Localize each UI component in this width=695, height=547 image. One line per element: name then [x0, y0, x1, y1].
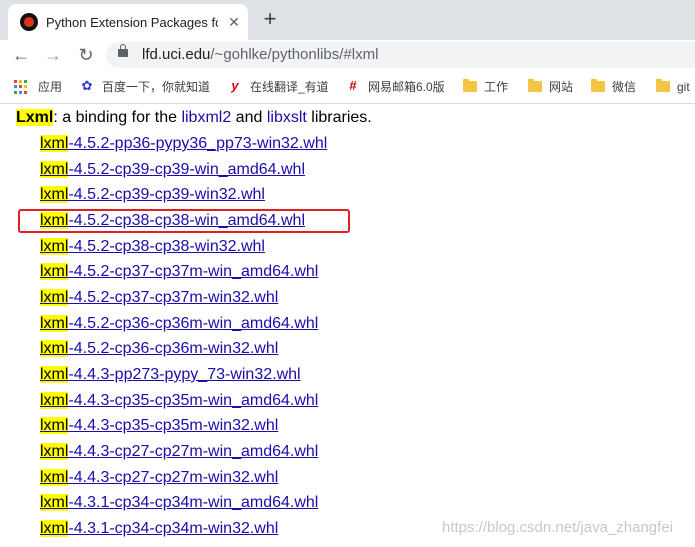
bookmark-apps[interactable]: 应用	[38, 78, 62, 96]
search-highlight: lxml	[40, 161, 69, 178]
download-link[interactable]: lxml-4.3.1-cp34-cp34m-win_amd64.whl	[40, 493, 318, 513]
search-highlight: lxml	[40, 520, 69, 537]
bookmark-folder-work[interactable]: 工作	[484, 78, 508, 96]
bookmark-youdao[interactable]: 在线翻译_有道	[250, 78, 329, 96]
bookmark-netease-mail[interactable]: 网易邮箱6.0版	[368, 78, 445, 96]
search-highlight: lxml	[40, 366, 69, 383]
download-link[interactable]: lxml-4.5.2-cp39-cp39-win32.whl	[40, 185, 265, 205]
file-name: -4.5.2-cp36-cp36m-win32.whl	[68, 340, 279, 357]
file-name: -4.5.2-cp39-cp39-win_amd64.whl	[68, 161, 306, 178]
bookmark-folder-wechat[interactable]: 微信	[612, 78, 636, 96]
file-name: -4.5.2-cp36-cp36m-win_amd64.whl	[68, 315, 319, 332]
folder-icon	[591, 79, 605, 92]
file-name: -4.3.1-cp34-cp34m-win_amd64.whl	[68, 494, 319, 511]
download-link[interactable]: lxml-4.5.2-cp36-cp36m-win_amd64.whl	[40, 314, 318, 334]
file-name: -4.4.3-pp273-pypy_73-win32.whl	[68, 366, 301, 383]
download-link[interactable]: lxml-4.5.2-cp37-cp37m-win_amd64.whl	[40, 262, 318, 282]
search-highlight: lxml	[40, 494, 69, 511]
file-name: -4.5.2-cp39-cp39-win32.whl	[68, 186, 265, 203]
lock-icon[interactable]	[118, 44, 128, 57]
file-name: -4.5.2-cp37-cp37m-win_amd64.whl	[68, 263, 319, 280]
file-name: -4.5.2-cp38-cp38-win_amd64.whl	[68, 212, 306, 229]
url-text[interactable]: lfd.uci.edu/~gohlke/pythonlibs/#lxml	[142, 46, 378, 64]
download-link[interactable]: lxml-4.4.3-cp35-cp35m-win_amd64.whl	[40, 391, 318, 411]
file-name: -4.4.3-cp27-cp27m-win32.whl	[68, 469, 279, 486]
libxslt-link[interactable]: libxslt	[267, 109, 307, 126]
libxml2-link[interactable]: libxml2	[181, 109, 231, 126]
heading-text: : a binding for the	[53, 109, 182, 126]
youdao-y-icon: y	[231, 78, 239, 93]
search-highlight: lxml	[40, 443, 69, 460]
download-link[interactable]: lxml-4.4.3-cp27-cp27m-win_amd64.whl	[40, 442, 318, 462]
watermark-text: https://blog.csdn.net/java_zhangfei	[442, 519, 673, 536]
download-link[interactable]: lxml-4.4.3-cp27-cp27m-win32.whl	[40, 468, 278, 488]
file-name: -4.4.3-cp35-cp35m-win_amd64.whl	[68, 392, 319, 409]
heading-text: and	[231, 109, 267, 126]
folder-icon	[528, 79, 542, 92]
folder-icon	[656, 79, 670, 92]
url-host: lfd.uci.edu	[142, 46, 211, 63]
file-name: -4.5.2-pp36-pypy36_pp73-win32.whl	[68, 135, 328, 152]
browser-toolbar: ← → ↻ lfd.uci.edu/~gohlke/pythonlibs/#lx…	[0, 40, 695, 70]
baidu-paw-icon: ✿	[81, 78, 93, 93]
download-link[interactable]: lxml-4.5.2-cp39-cp39-win_amd64.whl	[40, 160, 305, 180]
download-link[interactable]: lxml-4.5.2-cp38-cp38-win32.whl	[40, 237, 265, 257]
file-name: -4.3.1-cp34-cp34m-win32.whl	[68, 520, 279, 537]
close-tab-icon[interactable]: ✕	[226, 14, 242, 30]
url-path: /~gohlke/pythonlibs/#lxml	[210, 46, 379, 63]
bookmark-folder-sites[interactable]: 网站	[549, 78, 573, 96]
search-highlight: lxml	[40, 469, 69, 486]
netease-mail-icon: #	[349, 78, 357, 93]
download-link[interactable]: lxml-4.5.2-cp37-cp37m-win32.whl	[40, 288, 278, 308]
file-name: -4.4.3-cp27-cp27m-win_amd64.whl	[68, 443, 319, 460]
search-highlight: lxml	[40, 238, 69, 255]
bookmark-folder-git[interactable]: git	[677, 78, 690, 96]
search-highlight: lxml	[40, 186, 69, 203]
apps-icon	[14, 80, 28, 94]
bookmarks-bar: 应用 ✿ 百度一下，你就知道 y 在线翻译_有道 # 网易邮箱6.0版 工作 网…	[0, 70, 695, 104]
download-link[interactable]: lxml-4.5.2-pp36-pypy36_pp73-win32.whl	[40, 134, 327, 154]
search-highlight: lxml	[40, 392, 69, 409]
download-link-selected[interactable]: lxml-4.5.2-cp38-cp38-win_amd64.whl	[40, 211, 305, 231]
reload-button[interactable]: ↻	[73, 43, 99, 67]
search-highlight: lxml	[40, 289, 69, 306]
page-content: Lxml: a binding for the libxml2 and libx…	[0, 104, 695, 547]
site-favicon-icon	[20, 13, 38, 31]
file-name: -4.5.2-cp38-cp38-win32.whl	[68, 238, 265, 255]
file-name: -4.4.3-cp35-cp35m-win32.whl	[68, 417, 279, 434]
back-button[interactable]: ←	[8, 43, 34, 67]
bookmark-baidu[interactable]: 百度一下，你就知道	[102, 78, 210, 96]
file-name: -4.5.2-cp37-cp37m-win32.whl	[68, 289, 279, 306]
download-link[interactable]: lxml-4.3.1-cp34-cp34m-win32.whl	[40, 519, 278, 539]
package-heading: Lxml: a binding for the libxml2 and libx…	[16, 108, 372, 128]
download-link[interactable]: lxml-4.4.3-pp273-pypy_73-win32.whl	[40, 365, 301, 385]
heading-text: libraries.	[306, 109, 372, 126]
search-highlight: lxml	[40, 340, 69, 357]
forward-button[interactable]: →	[40, 43, 66, 67]
search-highlight: lxml	[40, 315, 69, 332]
folder-icon	[463, 79, 477, 92]
search-highlight: lxml	[40, 263, 69, 280]
search-highlight: lxml	[40, 417, 69, 434]
download-link[interactable]: lxml-4.4.3-cp35-cp35m-win32.whl	[40, 416, 278, 436]
search-highlight: lxml	[40, 212, 69, 229]
browser-tab[interactable]: Python Extension Packages for ✕	[8, 4, 248, 40]
tab-strip: Python Extension Packages for ✕ +	[0, 0, 695, 40]
search-highlight: lxml	[40, 135, 69, 152]
package-name: Lxml	[16, 109, 54, 126]
download-link[interactable]: lxml-4.5.2-cp36-cp36m-win32.whl	[40, 339, 278, 359]
address-bar[interactable]: lfd.uci.edu/~gohlke/pythonlibs/#lxml	[106, 42, 695, 68]
tab-title: Python Extension Packages for	[46, 15, 218, 30]
new-tab-button[interactable]: +	[260, 8, 280, 30]
